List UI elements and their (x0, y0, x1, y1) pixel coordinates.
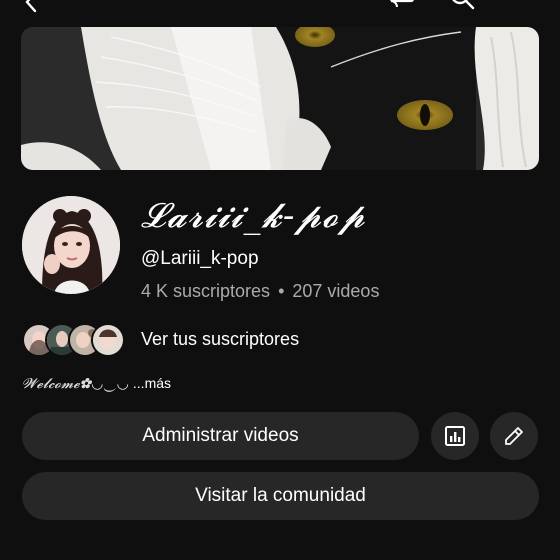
edit-icon (505, 427, 523, 445)
more-vert-icon[interactable] (509, 0, 537, 16)
top-app-bar (0, 0, 560, 16)
avatar-image (22, 196, 120, 294)
channel-banner (21, 27, 539, 170)
analytics-button[interactable] (431, 412, 479, 460)
video-count: 207 videos (292, 281, 380, 301)
more-link[interactable]: ...más (133, 375, 171, 391)
channel-handle: @Lariii_k-pop (141, 248, 259, 269)
visit-community-button[interactable]: Visitar la comunidad (22, 472, 539, 520)
channel-description[interactable]: 𝓦𝓮𝓵𝓬𝓸𝓶𝓮✿◡‿◡ ...más (22, 375, 171, 392)
description-text: 𝓦𝓮𝓵𝓬𝓸𝓶𝓮✿◡‿◡ (22, 376, 129, 392)
back-icon[interactable] (18, 0, 46, 16)
channel-stats: 4 K suscriptores • 207 videos (141, 281, 379, 302)
analytics-icon (445, 426, 465, 446)
subscriber-avatar (91, 323, 125, 357)
subscriber-avatars[interactable] (22, 323, 125, 357)
channel-avatar[interactable] (22, 196, 120, 294)
subscriber-count: 4 K suscriptores (141, 281, 271, 301)
cat-banner-image (21, 27, 539, 170)
cast-icon[interactable] (388, 0, 416, 16)
channel-name: 𝓛𝓪𝓻𝓲𝓲𝓲_𝓴-𝓹𝓸𝓹 (141, 196, 366, 236)
search-icon[interactable] (448, 0, 476, 16)
view-subscribers-link[interactable]: Ver tus suscriptores (141, 329, 299, 350)
manage-videos-button[interactable]: Administrar videos (22, 412, 419, 460)
edit-channel-button[interactable] (490, 412, 538, 460)
stats-separator: • (278, 281, 285, 301)
